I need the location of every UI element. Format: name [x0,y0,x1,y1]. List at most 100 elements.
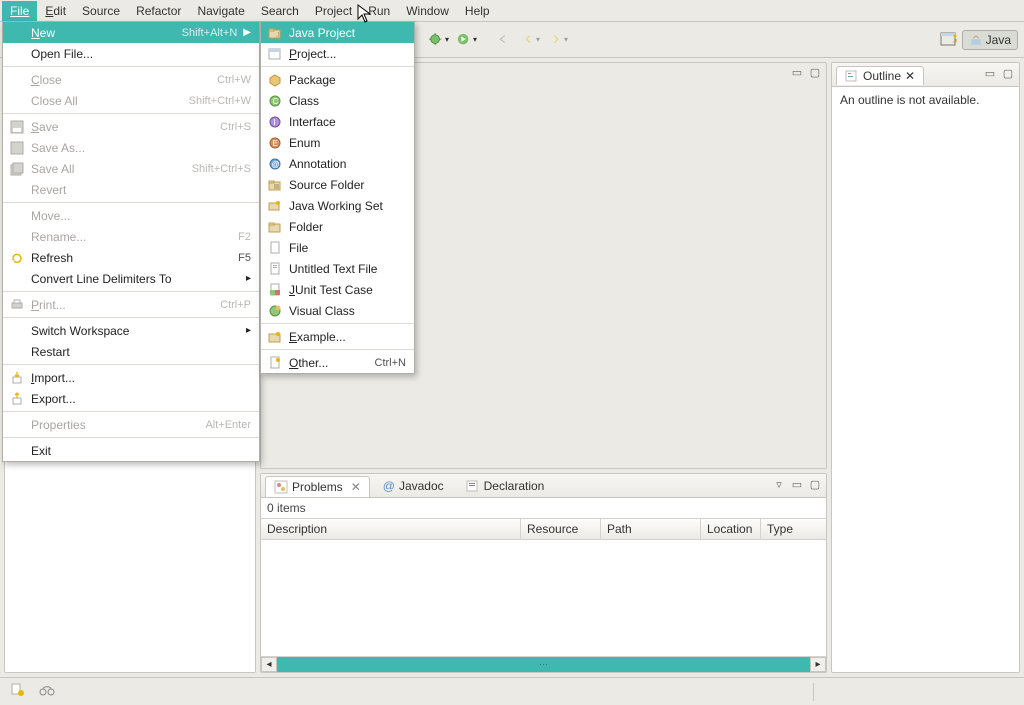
menu-item-visual-class[interactable]: Visual Class [261,300,414,321]
tab-declaration-label: Declaration [484,479,545,493]
tab-declaration[interactable]: Declaration [457,475,554,496]
status-icon-2[interactable] [38,682,58,701]
scroll-thumb[interactable]: ⋯ [277,657,810,672]
menu-item-rename: Rename... F2 [3,226,259,247]
enum-icon: E [267,135,283,151]
source-folder-icon [267,177,283,193]
menu-item-convert-line[interactable]: Convert Line Delimiters To ▸ [3,268,259,289]
menu-item-project[interactable]: Project... [261,43,414,64]
svg-text:C: C [273,97,279,106]
tab-javadoc[interactable]: @ Javadoc [374,475,453,496]
col-location[interactable]: Location [701,519,761,539]
submenu-arrow-icon: ▶ [243,27,251,38]
svg-text:J: J [276,32,280,39]
other-icon [267,355,283,371]
menu-item-exit[interactable]: Exit [3,440,259,461]
maximize-icon[interactable]: ▢ [808,65,822,79]
menu-item-other[interactable]: Other... Ctrl+N [261,352,414,373]
menu-item-open-file[interactable]: Open File... [3,43,259,64]
col-description[interactable]: Description [261,519,521,539]
menu-item-annotation[interactable]: @ Annotation [261,153,414,174]
menu-item-properties: Properties Alt+Enter [3,414,259,435]
menu-refactor[interactable]: Refactor [128,1,189,21]
close-icon[interactable]: ✕ [905,69,915,83]
menu-edit[interactable]: Edit [37,1,74,21]
menu-item-java-project[interactable]: J Java Project [261,22,414,43]
maximize-icon[interactable]: ▢ [808,477,822,491]
menu-item-save-as: Save As... [3,137,259,158]
problems-table-body [261,540,826,656]
mouse-cursor [357,4,373,24]
menu-item-untitled-text[interactable]: Untitled Text File [261,258,414,279]
menu-item-new[interactable]: New Shift+Alt+N ▶ [3,22,259,43]
menu-help[interactable]: Help [457,1,498,21]
nav-back-button[interactable]: ▾ [518,27,544,53]
menu-item-folder[interactable]: Folder [261,216,414,237]
menu-item-file[interactable]: File [261,237,414,258]
minimize-icon[interactable]: ▭ [790,65,804,79]
tab-outline[interactable]: Outline ✕ [836,66,924,85]
menu-item-print: Print... Ctrl+P [3,294,259,315]
menu-item-save-all: Save All Shift+Ctrl+S [3,158,259,179]
package-icon [267,72,283,88]
open-perspective-button[interactable] [936,30,962,50]
menu-item-import[interactable]: Import... [3,367,259,388]
tab-problems[interactable]: Problems ✕ [265,476,370,497]
menu-navigate[interactable]: Navigate [189,1,252,21]
menubar: File Edit Source Refactor Navigate Searc… [0,0,1024,22]
menu-item-junit-test[interactable]: JUnit Test Case [261,279,414,300]
svg-text:@: @ [272,160,280,169]
text-file-icon [267,261,283,277]
svg-text:I: I [274,118,276,127]
menu-item-java-working-set[interactable]: Java Working Set [261,195,414,216]
save-icon [9,119,25,135]
menu-item-enum[interactable]: E Enum [261,132,414,153]
menu-item-move: Move... [3,205,259,226]
menu-search[interactable]: Search [253,1,307,21]
perspective-java[interactable]: Java [962,30,1018,50]
minimize-icon[interactable]: ▭ [983,66,997,80]
java-project-icon: J [267,25,283,41]
menu-window[interactable]: Window [398,1,457,21]
menu-item-source-folder[interactable]: Source Folder [261,174,414,195]
menu-item-restart[interactable]: Restart [3,341,259,362]
scroll-left-icon[interactable]: ◂ [261,657,277,672]
menu-item-package[interactable]: Package [261,69,414,90]
minimize-icon[interactable]: ▭ [790,477,804,491]
nav-last-edit-button[interactable] [490,27,516,53]
menu-item-refresh[interactable]: Refresh F5 [3,247,259,268]
view-menu-icon[interactable]: ▿ [772,477,786,491]
maximize-icon[interactable]: ▢ [1001,66,1015,80]
menu-item-class[interactable]: C Class [261,90,414,111]
problems-panel: Problems ✕ @ Javadoc Declaration ▿ ▭ ▢ 0… [260,473,827,673]
problems-table-header: Description Resource Path Location Type [261,518,826,540]
menu-item-revert: Revert [3,179,259,200]
menu-project[interactable]: Project [307,1,360,21]
status-icon-1[interactable] [10,682,26,701]
example-icon [267,329,283,345]
scroll-right-icon[interactable]: ▸ [810,657,826,672]
tab-outline-label: Outline [863,69,901,83]
interface-icon: I [267,114,283,130]
run-dropdown-button[interactable]: ▾ [454,27,480,53]
new-submenu: J Java Project Project... Package C Clas… [260,21,415,374]
horizontal-scrollbar[interactable]: ◂ ⋯ ▸ [261,656,826,672]
menu-source[interactable]: Source [74,1,128,21]
debug-dropdown-button[interactable]: ▾ [426,27,452,53]
file-menu: New Shift+Alt+N ▶ Open File... Close Ctr… [2,21,260,462]
col-resource[interactable]: Resource [521,519,601,539]
project-icon [267,46,283,62]
menu-item-export[interactable]: Export... [3,388,259,409]
close-icon[interactable]: ✕ [351,480,361,494]
menu-item-switch-workspace[interactable]: Switch Workspace ▸ [3,320,259,341]
tab-javadoc-label: Javadoc [399,479,444,493]
submenu-arrow-icon: ▸ [246,273,251,284]
menu-file[interactable]: File [2,1,37,21]
menu-item-example[interactable]: Example... [261,326,414,347]
col-type[interactable]: Type [761,519,826,539]
col-path[interactable]: Path [601,519,701,539]
outline-empty-text: An outline is not available. [832,87,1019,113]
nav-forward-button[interactable]: ▾ [546,27,572,53]
import-icon [9,370,25,386]
menu-item-interface[interactable]: I Interface [261,111,414,132]
